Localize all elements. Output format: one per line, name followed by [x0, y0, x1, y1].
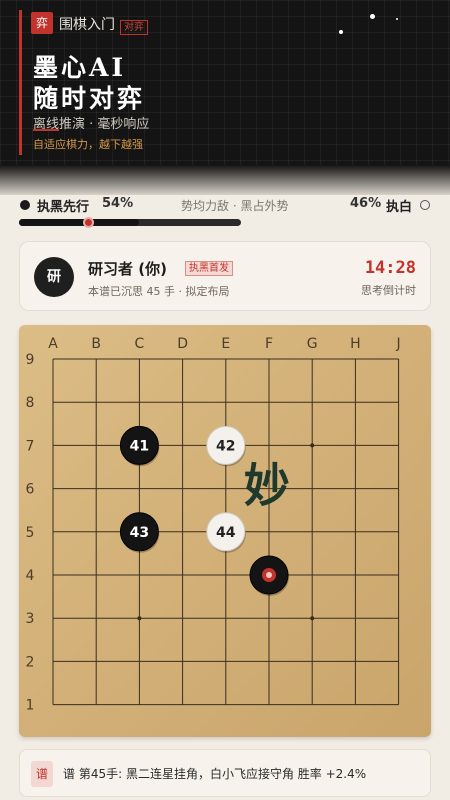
hero-fade: [0, 165, 450, 195]
column-label: A: [48, 336, 58, 352]
column-label: D: [177, 336, 188, 352]
hero-title-line2: 随时对弈: [33, 84, 146, 113]
column-label: C: [135, 336, 145, 352]
move-annotation: 妙: [244, 459, 290, 513]
player-name: 研习者 (你): [88, 260, 167, 278]
row-label: 8: [26, 395, 35, 411]
commentary-text: 谱 第45手: 黑二连星挂角，白小飞应接守角 胜率 +2.4%: [63, 767, 367, 781]
row-label: 2: [26, 654, 35, 670]
row-label: 5: [26, 525, 35, 541]
row-label: 7: [26, 438, 35, 454]
accent-bar: [19, 10, 22, 155]
column-label: J: [396, 336, 401, 352]
column-label: F: [265, 336, 273, 352]
move-commentary: 谱 谱 第45手: 黑二连星挂角，白小飞应接守角 胜率 +2.4%: [19, 749, 431, 797]
strength-knob[interactable]: [82, 217, 94, 228]
status-badge: 执黑首发: [185, 261, 233, 276]
go-board[interactable]: A B C D E F G H J 9 8 7 6 5 4 3 2 1 妙 41 42 43 44: [19, 325, 431, 737]
row-label: 1: [26, 698, 35, 714]
stone-number: 43: [130, 525, 149, 541]
avatar: 研: [34, 257, 74, 297]
mode-tag: 对弈: [120, 20, 148, 35]
timer-label: 思考倒计时: [361, 284, 416, 297]
row-label: 4: [26, 568, 35, 584]
player-detail: 本谱已沉思 45 手 · 拟定布局: [88, 285, 230, 298]
strength-fill: [19, 219, 139, 226]
stone-number: 41: [130, 438, 149, 454]
column-label: E: [221, 336, 230, 352]
black-percent: 54%: [102, 196, 134, 211]
brand-name[interactable]: 围棋入门: [59, 14, 115, 34]
row-label: 6: [26, 482, 35, 498]
commentary-tag-icon: 谱: [31, 761, 53, 787]
black-label: 执黑先行: [37, 200, 90, 215]
hero-title: 墨心AI 随时对弈: [33, 52, 145, 114]
star-decoration-icon: [370, 14, 375, 19]
stone-number: 44: [216, 525, 236, 541]
stone-number: 42: [216, 438, 235, 454]
white-label: 执白: [386, 200, 413, 215]
player-card[interactable]: 研 研习者 (你) 执黑首发 本谱已沉思 45 手 · 拟定布局 14:28 思…: [19, 241, 431, 311]
strength-track: [19, 217, 241, 228]
strength-bar-section: 执黑先行 54% 势均力敌 · 黑占外势 46% 执白: [0, 195, 450, 235]
situation-text: 势均力敌 · 黑占外势: [181, 199, 289, 213]
star-decoration-icon: [396, 18, 398, 20]
hero-slogan: 自适应棋力，越下越强: [33, 138, 143, 151]
star-point: [310, 616, 315, 621]
row-label: 9: [26, 352, 35, 368]
countdown-timer: 14:28: [364, 258, 416, 278]
brand-seal-icon: 弈: [31, 12, 53, 34]
star-decoration-icon: [339, 30, 343, 34]
column-label: B: [91, 336, 101, 352]
white-stone-icon: [420, 200, 430, 210]
hero-title-line1: 墨心AI: [33, 53, 127, 82]
column-label: G: [307, 336, 318, 352]
row-label: 3: [26, 611, 35, 627]
board-canvas[interactable]: A B C D E F G H J987654321妙41 4243 44: [19, 325, 431, 737]
black-stone-icon: [20, 200, 30, 210]
last-move-marker-core: [266, 572, 272, 578]
star-point: [310, 443, 315, 448]
subtitle-underline: [33, 129, 59, 131]
star-point: [137, 616, 142, 621]
white-percent: 46%: [350, 196, 382, 211]
column-label: H: [350, 336, 361, 352]
hero-banner: 弈 围棋入门 对弈 墨心AI 随时对弈 离线推演 · 毫秒响应 自适应棋力，越下…: [0, 0, 450, 195]
